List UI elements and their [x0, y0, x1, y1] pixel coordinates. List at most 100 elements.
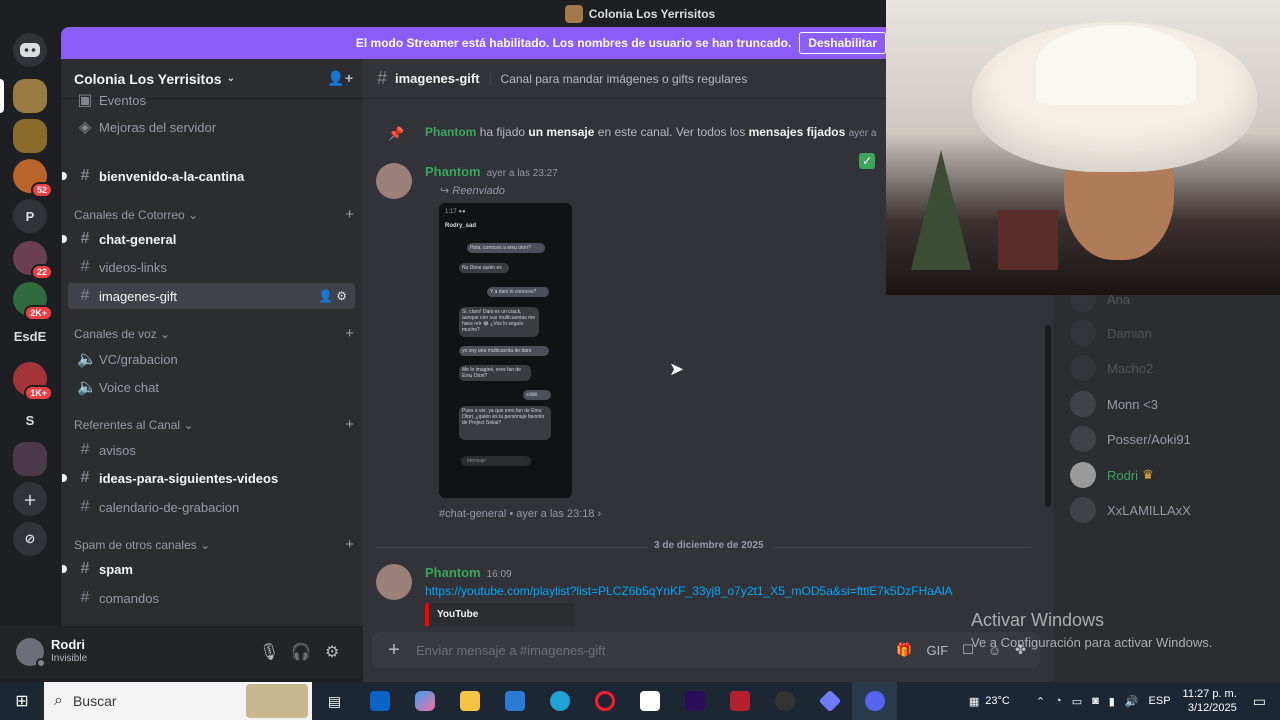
notification-icon[interactable]: ▭ — [1253, 693, 1266, 710]
language-indicator[interactable]: ESP — [1149, 695, 1171, 707]
battery-icon[interactable]: ▭ — [1072, 695, 1082, 708]
hash-icon: # — [80, 589, 90, 606]
app-icon[interactable] — [807, 682, 852, 720]
copilot-icon[interactable] — [402, 682, 447, 720]
avatar[interactable] — [376, 163, 412, 199]
add-server-icon[interactable]: ＋ — [13, 482, 47, 516]
gif-icon[interactable]: GIF — [926, 643, 948, 658]
server-p[interactable]: P — [13, 199, 47, 233]
avatar[interactable] — [376, 564, 412, 600]
attach-plus-icon[interactable]: + — [372, 639, 416, 662]
add-channel-icon[interactable]: + — [345, 536, 354, 553]
channel-ideas[interactable]: # ideas-para-siguientes-videos — [62, 465, 355, 491]
phone-bubble: siiiiiiii — [523, 390, 551, 400]
scrollbar[interactable] — [1045, 325, 1051, 507]
gift-icon[interactable]: 🎁 — [896, 642, 912, 658]
windows-start-icon[interactable]: ⊞ — [0, 691, 44, 711]
youtube-embed[interactable]: YouTube — [425, 603, 575, 626]
server-s[interactable]: S — [13, 403, 47, 437]
notion-icon[interactable] — [627, 682, 672, 720]
channel-name: imagenes-gift — [395, 71, 480, 86]
channel-videos-links[interactable]: # videos-links — [68, 254, 355, 280]
weather-temp[interactable]: 23°C — [985, 695, 1010, 707]
channel-imagenes-gift[interactable]: # imagenes-gift 👤 ⚙ — [68, 283, 355, 309]
channel-comandos[interactable]: # comandos — [68, 585, 355, 611]
sidebar-item-mejoras[interactable]: ◈ Mejoras del servidor — [68, 114, 355, 140]
server-3[interactable]: 52 — [13, 159, 53, 198]
camera-icon[interactable]: ◙ — [1092, 695, 1099, 707]
channel-voice-chat[interactable]: 🔈 Voice chat — [68, 374, 355, 400]
chevron-up-icon[interactable]: ⌃ — [1036, 695, 1045, 708]
add-channel-icon[interactable]: + — [345, 325, 354, 342]
avatar[interactable] — [16, 638, 46, 668]
channel-avisos[interactable]: # avisos — [68, 437, 355, 463]
headphones-icon[interactable]: 🎧 — [291, 642, 311, 662]
channel-calendario[interactable]: # calendario-de-grabacion — [68, 494, 355, 520]
outlook-icon[interactable] — [357, 682, 402, 720]
forwarded-image[interactable]: 1:17 ●● Rodry_sad Hola, conoces a emu ot… — [439, 203, 572, 498]
discord-taskbar-icon[interactable] — [852, 682, 897, 720]
obs-icon[interactable] — [762, 682, 807, 720]
message-link[interactable]: https://youtube.com/playlist?list=PLCZ6b… — [425, 584, 953, 598]
window-title: Colonia Los Yerrisitos — [588, 6, 716, 21]
phone-input: Mensaje — [461, 456, 531, 466]
disable-streamer-button[interactable]: Deshabilitar — [799, 32, 886, 54]
taskbar-search[interactable]: ⌕ Buscar — [44, 682, 312, 720]
server-esde[interactable]: EsdE — [13, 319, 47, 353]
microphone-icon[interactable]: ▮ — [1109, 695, 1115, 708]
discover-icon[interactable]: ⊘ — [13, 522, 47, 556]
task-view-icon[interactable]: ▤ — [312, 682, 357, 720]
edge-icon[interactable] — [537, 682, 582, 720]
pinned-messages-link[interactable]: mensajes fijados — [749, 125, 846, 139]
member-item[interactable]: Posser/Aoki91 — [1070, 425, 1191, 453]
volume-icon[interactable]: 🔊 — [1125, 695, 1139, 708]
invite-people-icon[interactable]: 👤+ — [327, 70, 353, 87]
channel-spam[interactable]: # spam — [62, 556, 355, 582]
channel-vc-grabacion[interactable]: 🔈 VC/grabacion — [68, 346, 355, 372]
weather-icon[interactable]: ▦ — [969, 695, 979, 708]
message-author[interactable]: Phantom 16:09 — [425, 565, 512, 580]
file-explorer-icon[interactable] — [447, 682, 492, 720]
category-voz[interactable]: Canales de voz ⌄ + — [74, 325, 354, 342]
guild-name: Colonia Los Yerrisitos — [74, 70, 222, 87]
microphone-icon[interactable]: 🎙 — [259, 642, 279, 662]
category-spam[interactable]: Spam de otros canales ⌄ + — [74, 536, 354, 553]
gear-icon[interactable]: ⚙ — [325, 642, 339, 662]
network-icon[interactable]: ◔ — [1055, 695, 1062, 707]
server-5[interactable]: 22 — [13, 241, 53, 280]
forward-source[interactable]: #chat-general • ayer a las 23:18 › — [439, 508, 601, 520]
server-8[interactable]: 1K+ — [13, 362, 53, 401]
server-colonia[interactable] — [13, 79, 47, 113]
channel-bienvenido[interactable]: # bienvenido-a-la-cantina — [62, 163, 355, 189]
member-item[interactable]: Rodri ♛ — [1070, 461, 1154, 489]
store-icon[interactable] — [492, 682, 537, 720]
user-status: Invisible — [51, 653, 88, 664]
member-item[interactable]: Damian — [1070, 319, 1152, 347]
discord-home-icon[interactable] — [13, 33, 47, 67]
category-cotorreo[interactable]: Canales de Cotorreo ⌄ + — [74, 206, 354, 223]
member-item[interactable]: Macho2 — [1070, 354, 1153, 382]
premiere-icon[interactable] — [672, 682, 717, 720]
sidebar-item-eventos[interactable]: ▣ Eventos — [68, 93, 355, 107]
member-item[interactable]: XxLAMILLAxX — [1070, 496, 1191, 524]
add-channel-icon[interactable]: + — [345, 206, 354, 223]
opera-icon[interactable] — [582, 682, 627, 720]
member-item[interactable]: Monn <3 — [1070, 390, 1158, 418]
category-referentes[interactable]: Referentes al Canal ⌄ + — [74, 416, 354, 433]
voicemeeter-icon[interactable] — [717, 682, 762, 720]
unread-indicator — [62, 474, 67, 482]
message-author[interactable]: Phantom ayer a las 23:27 — [425, 164, 558, 179]
date-divider: 3 de diciembre de 2025 — [376, 540, 1031, 551]
server-2[interactable] — [13, 119, 47, 153]
hash-icon: # — [80, 441, 90, 458]
server-10[interactable] — [13, 442, 47, 476]
channel-settings-icons[interactable]: 👤 ⚙ — [318, 289, 347, 303]
phone-bubble: Y a dani lo conoces? — [487, 287, 549, 297]
channel-topic[interactable]: Canal para mandar imágenes o gifts regul… — [489, 71, 747, 86]
server-6[interactable]: 2K+ — [13, 282, 53, 321]
add-channel-icon[interactable]: + — [345, 416, 354, 433]
clock[interactable]: 11:27 p. m. 3/12/2025 — [1183, 687, 1237, 715]
message-input[interactable] — [416, 642, 897, 658]
channel-chat-general[interactable]: # chat-general — [62, 226, 355, 252]
phone-bubble: yo soy una multicuenta de dani — [459, 346, 549, 356]
